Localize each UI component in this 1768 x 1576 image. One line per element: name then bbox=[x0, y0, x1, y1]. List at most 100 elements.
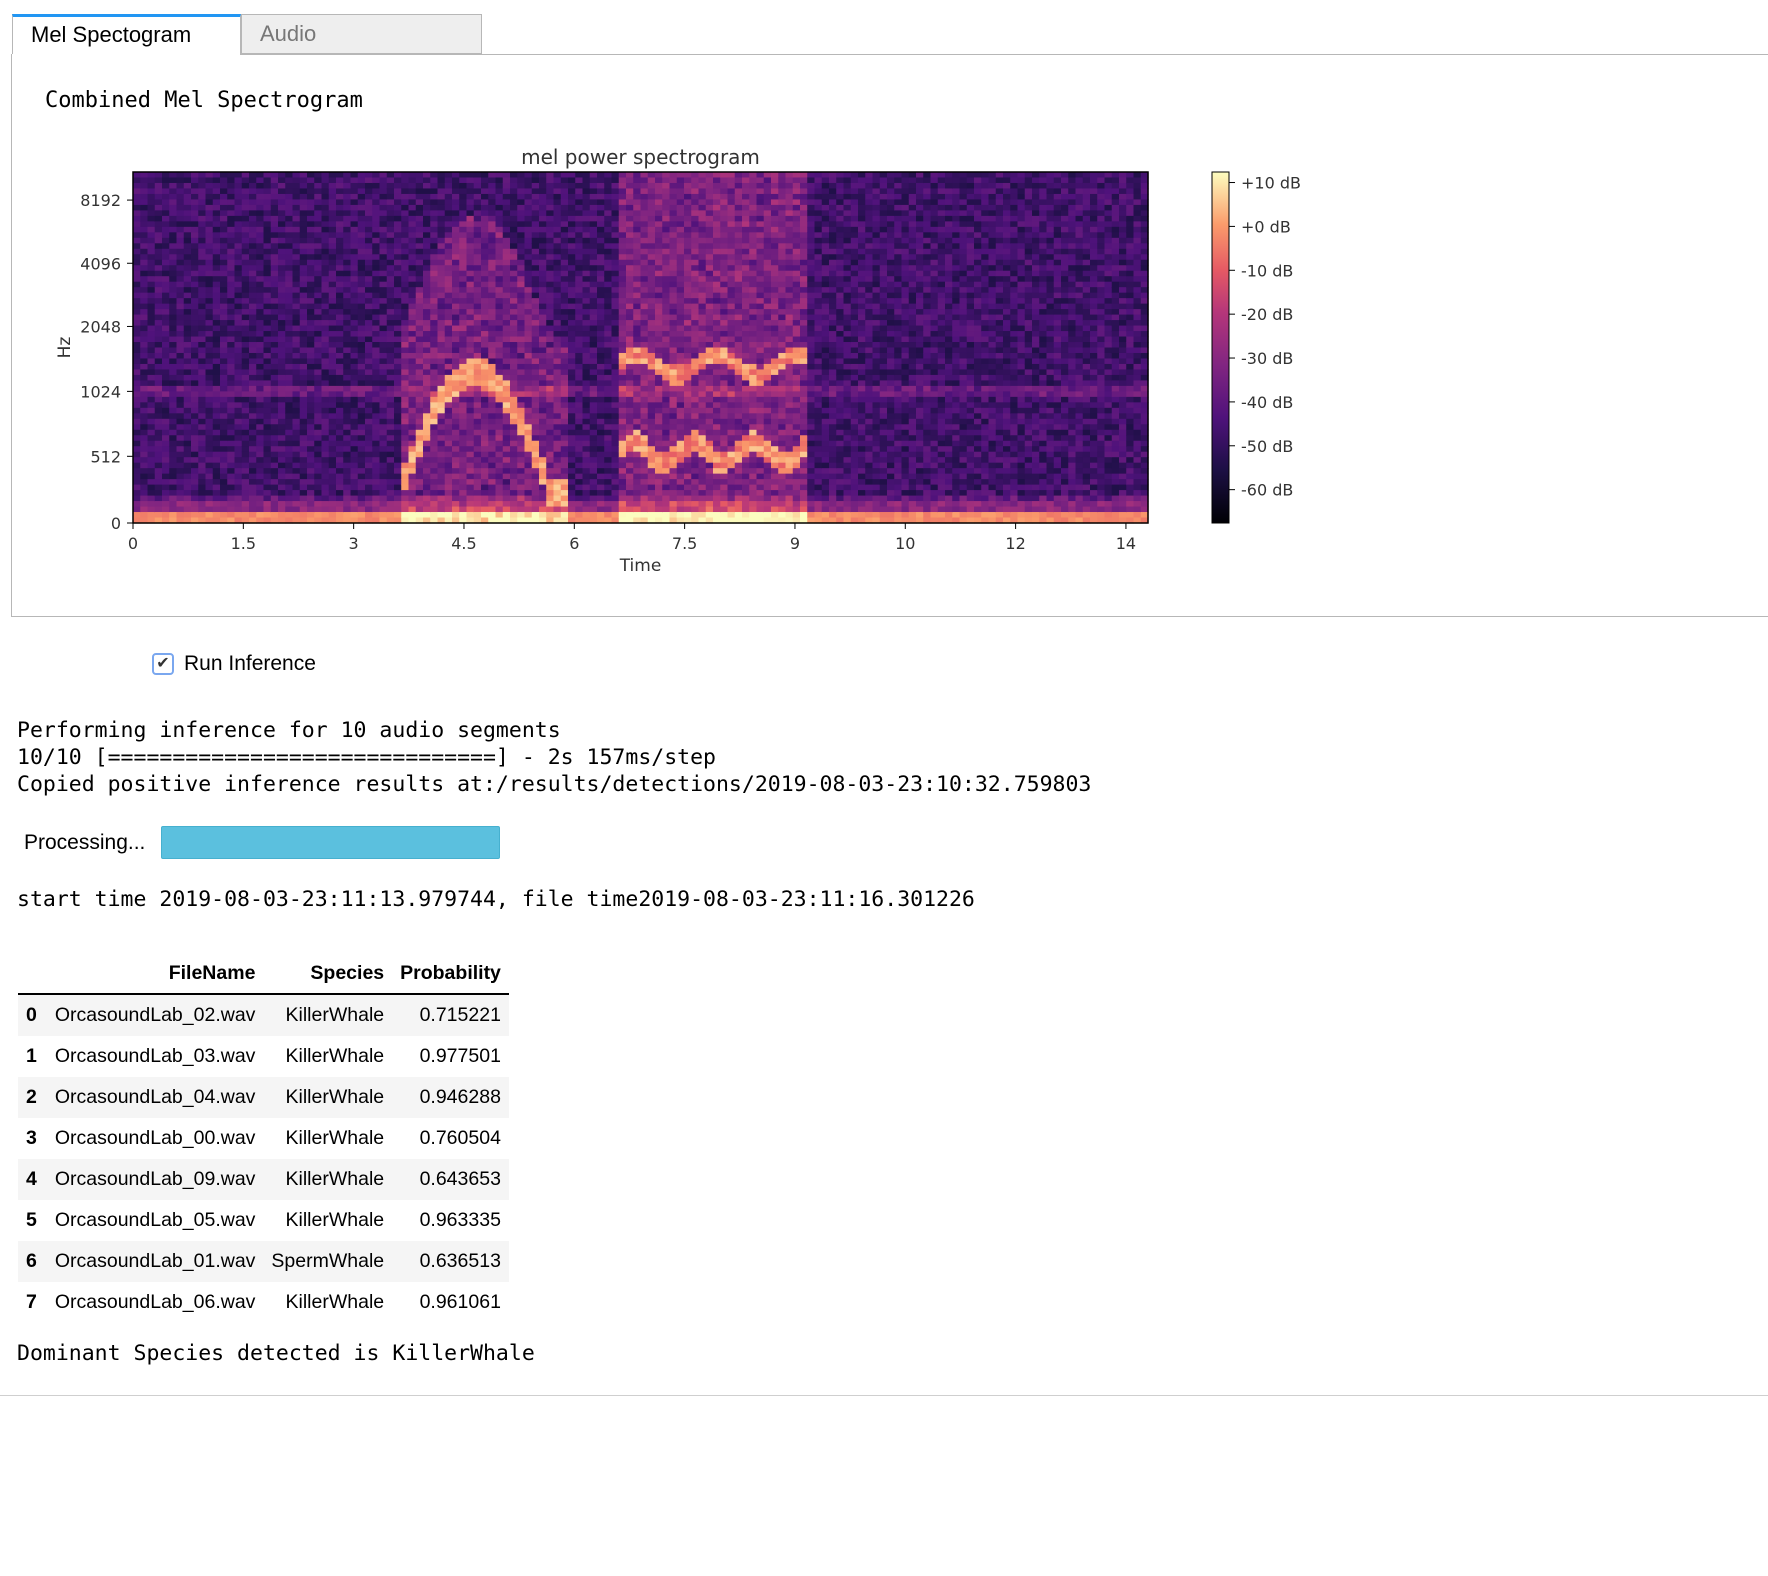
heatmap-cell bbox=[604, 226, 613, 233]
heatmap-cell bbox=[321, 506, 330, 513]
heatmap-cell bbox=[589, 369, 598, 376]
heatmap-cell bbox=[183, 259, 192, 266]
heatmap-cell bbox=[611, 243, 620, 250]
heatmap-cell bbox=[401, 385, 410, 392]
heatmap-cell bbox=[263, 363, 272, 371]
heatmap-cell bbox=[430, 501, 439, 508]
heatmap-cell bbox=[205, 413, 214, 420]
heatmap-cell bbox=[611, 309, 620, 316]
heatmap-cell bbox=[452, 457, 460, 464]
heatmap-cell bbox=[618, 259, 627, 266]
heatmap-cell bbox=[568, 418, 576, 425]
heatmap-cell bbox=[292, 380, 301, 387]
heatmap-cell bbox=[553, 177, 562, 184]
heatmap-cell bbox=[176, 347, 185, 354]
heatmap-cell bbox=[249, 320, 257, 327]
heatmap-cell bbox=[640, 512, 649, 519]
heatmap-cell bbox=[394, 446, 402, 453]
heatmap-cell bbox=[328, 457, 337, 464]
heatmap-cell bbox=[618, 490, 627, 497]
heatmap-cell bbox=[285, 193, 294, 201]
heatmap-cell bbox=[350, 237, 359, 244]
heatmap-cell bbox=[597, 506, 605, 513]
heatmap-cell bbox=[524, 265, 533, 272]
heatmap-cell bbox=[205, 243, 214, 250]
heatmap-cell bbox=[147, 259, 156, 266]
heatmap-cell bbox=[502, 259, 511, 266]
heatmap-cell bbox=[263, 193, 272, 201]
heatmap-cell bbox=[299, 501, 308, 508]
heatmap-cell bbox=[249, 298, 257, 305]
heatmap-cell bbox=[191, 369, 199, 376]
heatmap-cell bbox=[575, 243, 584, 250]
heatmap-cell bbox=[183, 172, 192, 179]
heatmap-cell bbox=[560, 270, 569, 277]
heatmap-cell bbox=[495, 479, 504, 486]
heatmap-cell bbox=[582, 468, 591, 475]
heatmap-cell bbox=[386, 512, 395, 519]
heatmap-cell bbox=[676, 232, 685, 239]
heatmap-cell bbox=[495, 177, 504, 184]
heatmap-cell bbox=[169, 435, 178, 442]
heatmap-cell bbox=[560, 391, 569, 398]
heatmap-cell bbox=[459, 215, 468, 222]
heatmap-cell bbox=[169, 325, 178, 332]
heatmap-cell bbox=[350, 391, 359, 398]
heatmap-cell bbox=[691, 391, 700, 398]
heatmap-cell bbox=[676, 199, 685, 206]
heatmap-cell bbox=[314, 462, 323, 469]
heatmap-cell bbox=[256, 479, 265, 486]
heatmap-cell bbox=[133, 385, 141, 392]
heatmap-cell bbox=[140, 369, 149, 376]
heatmap-cell bbox=[452, 177, 460, 184]
heatmap-cell bbox=[452, 451, 460, 458]
heatmap-cell bbox=[546, 325, 555, 332]
heatmap-cell bbox=[662, 243, 671, 250]
heatmap-cell bbox=[647, 380, 656, 387]
heatmap-cell bbox=[350, 451, 359, 458]
heatmap-cell bbox=[633, 512, 642, 519]
heatmap-cell bbox=[669, 501, 678, 508]
heatmap-cell bbox=[531, 490, 540, 497]
heatmap-cell bbox=[169, 204, 178, 211]
heatmap-cell bbox=[568, 303, 576, 310]
heatmap-cell bbox=[401, 320, 410, 327]
heatmap-cell bbox=[314, 468, 323, 475]
heatmap-cell bbox=[263, 210, 272, 217]
heatmap-cell bbox=[140, 501, 149, 508]
heatmap-cell bbox=[531, 418, 540, 425]
heatmap-cell bbox=[227, 385, 236, 392]
heatmap-cell bbox=[553, 188, 562, 195]
heatmap-cell bbox=[655, 413, 663, 420]
heatmap-cell bbox=[343, 292, 352, 299]
heatmap-cell bbox=[676, 309, 685, 316]
heatmap-cell bbox=[553, 314, 562, 321]
heatmap-cell bbox=[611, 440, 620, 447]
heatmap-cell bbox=[321, 320, 330, 327]
heatmap-cell bbox=[633, 342, 642, 349]
heatmap-cell bbox=[198, 182, 207, 190]
heatmap-cell bbox=[640, 276, 649, 283]
heatmap-cell bbox=[205, 287, 214, 294]
heatmap-cell bbox=[183, 331, 192, 338]
heatmap-cell bbox=[611, 385, 620, 392]
heatmap-cell bbox=[205, 259, 214, 266]
heatmap-cell bbox=[212, 451, 221, 458]
heatmap-cell bbox=[328, 331, 337, 338]
heatmap-cell bbox=[488, 172, 497, 179]
heatmap-cell bbox=[655, 424, 663, 431]
heatmap-cell bbox=[314, 303, 323, 310]
heatmap-cell bbox=[227, 342, 236, 349]
heatmap-cell bbox=[256, 457, 265, 464]
heatmap-cell bbox=[459, 243, 468, 250]
heatmap-cell bbox=[473, 413, 482, 420]
heatmap-cell bbox=[640, 248, 649, 255]
heatmap-cell bbox=[212, 429, 221, 436]
heatmap-cell bbox=[256, 363, 265, 371]
heatmap-cell bbox=[343, 248, 352, 255]
heatmap-cell bbox=[488, 270, 497, 277]
heatmap-cell bbox=[314, 369, 323, 376]
heatmap-cell bbox=[575, 254, 584, 261]
heatmap-cell bbox=[647, 199, 656, 206]
heatmap-cell bbox=[249, 506, 257, 513]
